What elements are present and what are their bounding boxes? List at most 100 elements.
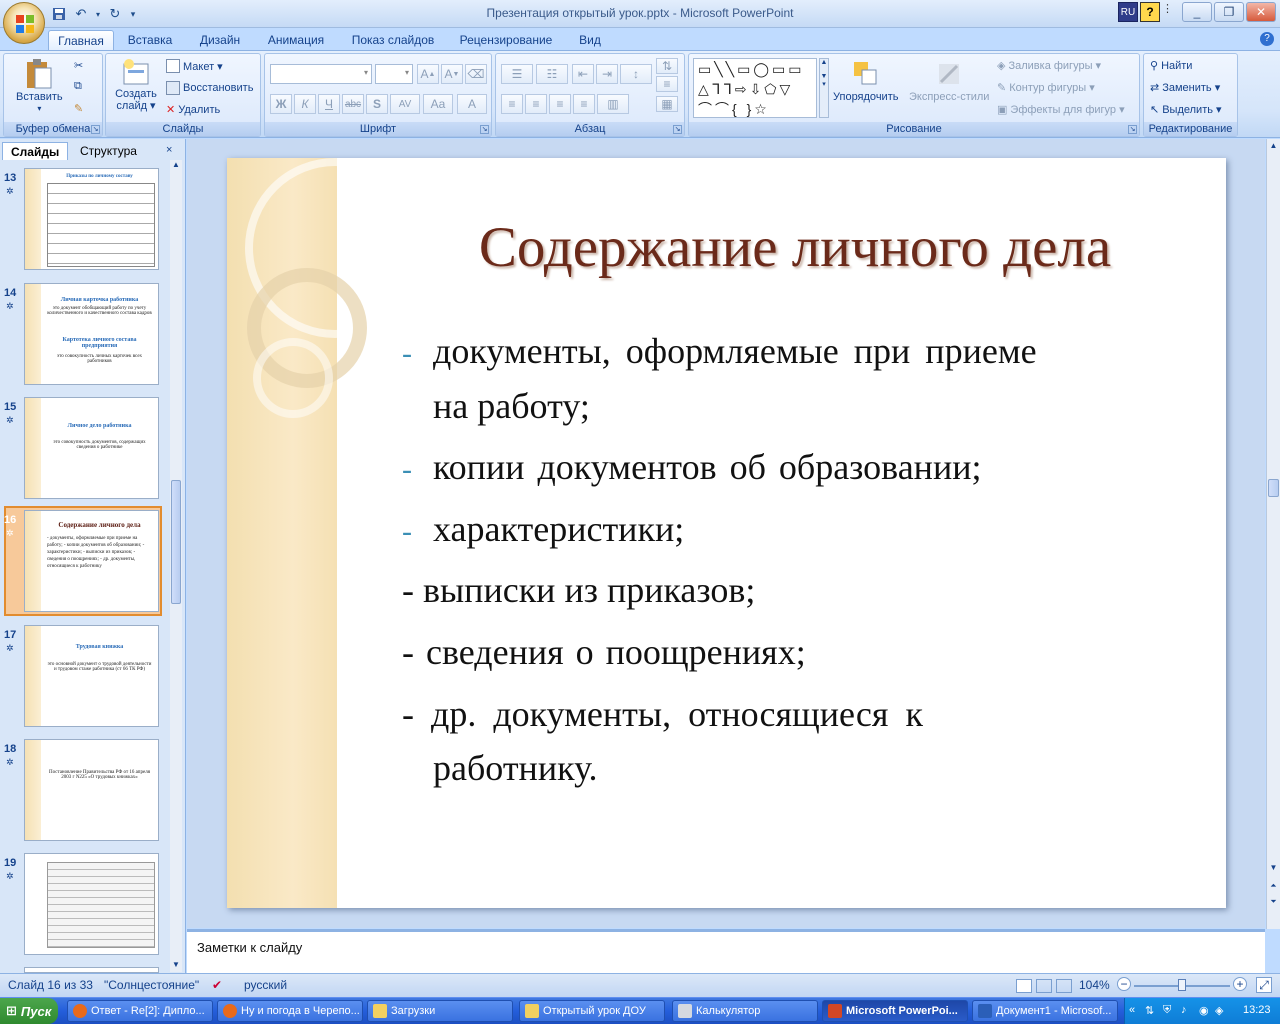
italic-button[interactable]: К xyxy=(294,94,316,114)
font-size-combo[interactable]: ▾ xyxy=(375,64,413,84)
tab-insert[interactable]: Вставка xyxy=(120,30,180,50)
spacing-button[interactable]: AV xyxy=(390,94,420,114)
taskbar-item[interactable]: Документ1 - Microsof... xyxy=(972,1000,1118,1022)
decrease-indent-icon[interactable]: ⇤ xyxy=(572,64,594,84)
shape-outline-button[interactable]: ✎ Контур фигуры ▾ xyxy=(997,81,1095,94)
help-button[interactable]: ? xyxy=(1140,2,1160,22)
tray-expand-icon[interactable]: « xyxy=(1129,1004,1135,1016)
quick-styles-button[interactable]: Экспресс-стили xyxy=(909,58,989,103)
slide-thumbnail-17[interactable]: Трудовая книжка это основной документ о … xyxy=(24,625,159,727)
align-center-icon[interactable]: ≡ xyxy=(525,94,547,114)
office-button[interactable] xyxy=(3,2,45,44)
find-button[interactable]: ⚲ Найти xyxy=(1150,59,1192,73)
shape-fill-button[interactable]: ◈ Заливка фигуры ▾ xyxy=(997,59,1101,72)
tab-home[interactable]: Главная xyxy=(48,30,114,50)
clear-format-icon[interactable]: ⌫ xyxy=(465,64,487,84)
scroll-up-icon[interactable]: ▲ xyxy=(1267,141,1280,154)
fit-to-window-icon[interactable]: ⤢ xyxy=(1256,977,1272,993)
previous-slide-icon[interactable]: ⏶ xyxy=(1267,881,1280,894)
start-button[interactable]: ⊞ Пуск xyxy=(0,998,58,1024)
spellcheck-icon[interactable]: ✔ xyxy=(212,978,222,992)
zoom-slider-thumb[interactable] xyxy=(1178,979,1186,991)
text-direction-icon[interactable]: ⇅ xyxy=(656,58,678,74)
shadow-button[interactable]: S xyxy=(366,94,388,114)
bullet-item[interactable]: - документы, оформляемые при приеме xyxy=(402,325,1037,380)
delete-button[interactable]: ✕ Удалить xyxy=(166,103,220,117)
tab-design[interactable]: Дизайн xyxy=(190,30,250,50)
bold-button[interactable]: Ж xyxy=(270,94,292,114)
strike-button[interactable]: abc xyxy=(342,94,364,114)
tab-slideshow[interactable]: Показ слайдов xyxy=(344,30,442,50)
smartart-icon[interactable]: ▦ xyxy=(656,96,678,112)
bullet-item[interactable]: - др. документы, относящиеся к xyxy=(402,688,923,740)
taskbar-item[interactable]: Открытый урок ДОУ xyxy=(519,1000,665,1022)
select-button[interactable]: ↖ Выделить ▾ xyxy=(1150,103,1222,116)
taskbar-item[interactable]: Калькулятор xyxy=(672,1000,818,1022)
numbering-icon[interactable]: ☷ xyxy=(536,64,568,84)
slides-pane-scrollbar[interactable]: ▲ ▼ xyxy=(170,160,182,972)
slide-thumbnail-16[interactable]: Содержание личного дела - документы, офо… xyxy=(24,510,159,612)
tray-app-icon[interactable]: ◉ xyxy=(1199,1004,1209,1017)
slideshow-view-icon[interactable] xyxy=(1056,979,1072,993)
notes-pane[interactable]: Заметки к слайду xyxy=(187,929,1265,973)
slide-thumbnail-13[interactable]: Приказы по личному составу xyxy=(24,168,159,270)
minimize-button[interactable]: _ xyxy=(1182,2,1212,22)
font-launcher-icon[interactable]: ↘ xyxy=(480,125,489,134)
clock[interactable]: 13:23 xyxy=(1243,1004,1271,1016)
shapes-gallery[interactable]: ▭╲╲▭◯▭▭ △ᒣᒣ⇨⇩⬠▽ ⌒⌒{ }☆ xyxy=(693,58,817,118)
taskbar-item[interactable]: Загрузки xyxy=(367,1000,513,1022)
copy-icon[interactable]: ⧉ xyxy=(74,80,82,93)
scroll-down-icon[interactable]: ▼ xyxy=(1267,863,1280,876)
tab-slides[interactable]: Слайды xyxy=(2,142,69,160)
justify-icon[interactable]: ≡ xyxy=(573,94,595,114)
reset-button[interactable]: Восстановить xyxy=(166,81,253,95)
bullet-item[interactable]: - выписки из приказов; xyxy=(402,564,755,616)
language-indicator[interactable]: RU xyxy=(1118,2,1138,22)
next-slide-icon[interactable]: ⏷ xyxy=(1267,897,1280,910)
scroll-up-icon[interactable]: ▲ xyxy=(170,160,182,172)
ribbon-help-icon[interactable]: ? xyxy=(1260,32,1274,46)
font-family-combo[interactable]: ▾ xyxy=(270,64,372,84)
tab-review[interactable]: Рецензирование xyxy=(452,30,560,50)
align-left-icon[interactable]: ≡ xyxy=(501,94,523,114)
drawing-launcher-icon[interactable]: ↘ xyxy=(1128,125,1137,134)
close-button[interactable]: ✕ xyxy=(1246,2,1276,22)
taskbar-item[interactable]: Ну и погода в Черепо... xyxy=(217,1000,363,1022)
columns-icon[interactable]: ▥ xyxy=(597,94,629,114)
scroll-down-icon[interactable]: ▼ xyxy=(170,960,182,972)
sorter-view-icon[interactable] xyxy=(1036,979,1052,993)
taskbar-item[interactable]: Ответ - Re[2]: Дипло... xyxy=(67,1000,213,1022)
tray-app-icon[interactable]: ◈ xyxy=(1215,1004,1223,1017)
network-icon[interactable]: ⇅ xyxy=(1145,1004,1154,1017)
line-spacing-icon[interactable]: ↕ xyxy=(620,64,652,84)
restore-button[interactable]: ❐ xyxy=(1214,2,1244,22)
close-pane-icon[interactable]: × xyxy=(166,144,178,156)
editor-scrollbar[interactable]: ▲ ▼ ⏶ ⏷ xyxy=(1266,139,1280,929)
zoom-in-icon[interactable]: + xyxy=(1233,977,1247,991)
bullet-item[interactable]: - сведения о поощрениях; xyxy=(402,626,806,678)
replace-button[interactable]: ⇄ Заменить ▾ xyxy=(1150,81,1220,94)
clipboard-launcher-icon[interactable]: ↘ xyxy=(91,125,100,134)
shrink-font-icon[interactable]: A ▼ xyxy=(441,64,463,84)
language-status[interactable]: русский xyxy=(244,978,287,992)
new-slide-button[interactable]: Создать слайд ▾ xyxy=(112,58,160,112)
bullets-icon[interactable]: ☰ xyxy=(501,64,533,84)
paragraph-launcher-icon[interactable]: ↘ xyxy=(673,125,682,134)
shape-effects-button[interactable]: ▣ Эффекты для фигур ▾ xyxy=(997,103,1125,116)
slide-thumbnail-14[interactable]: Личная карточка работника это документ о… xyxy=(24,283,159,385)
cut-icon[interactable]: ✂ xyxy=(74,59,83,72)
more-icon[interactable]: ⋮ xyxy=(1162,2,1173,22)
font-color-button[interactable]: A xyxy=(457,94,487,114)
tab-view[interactable]: Вид xyxy=(570,30,610,50)
bullet-item[interactable]: - характеристики; xyxy=(402,503,684,558)
align-text-icon[interactable]: ≡ xyxy=(656,76,678,92)
slide-thumbnail-15[interactable]: Личное дело работника это совокупность д… xyxy=(24,397,159,499)
normal-view-icon[interactable] xyxy=(1016,979,1032,993)
scroll-thumb[interactable] xyxy=(1268,479,1279,497)
tab-animation[interactable]: Анимация xyxy=(258,30,334,50)
case-button[interactable]: Aa xyxy=(423,94,453,114)
paste-button[interactable]: Вставить ▾ xyxy=(16,58,63,113)
bullet-item[interactable]: - копии документов об образовании; xyxy=(402,441,981,496)
slide-thumbnail-19[interactable] xyxy=(24,853,159,955)
slide-thumbnail-18[interactable]: Постановление Правительства РФ от 16 апр… xyxy=(24,739,159,841)
